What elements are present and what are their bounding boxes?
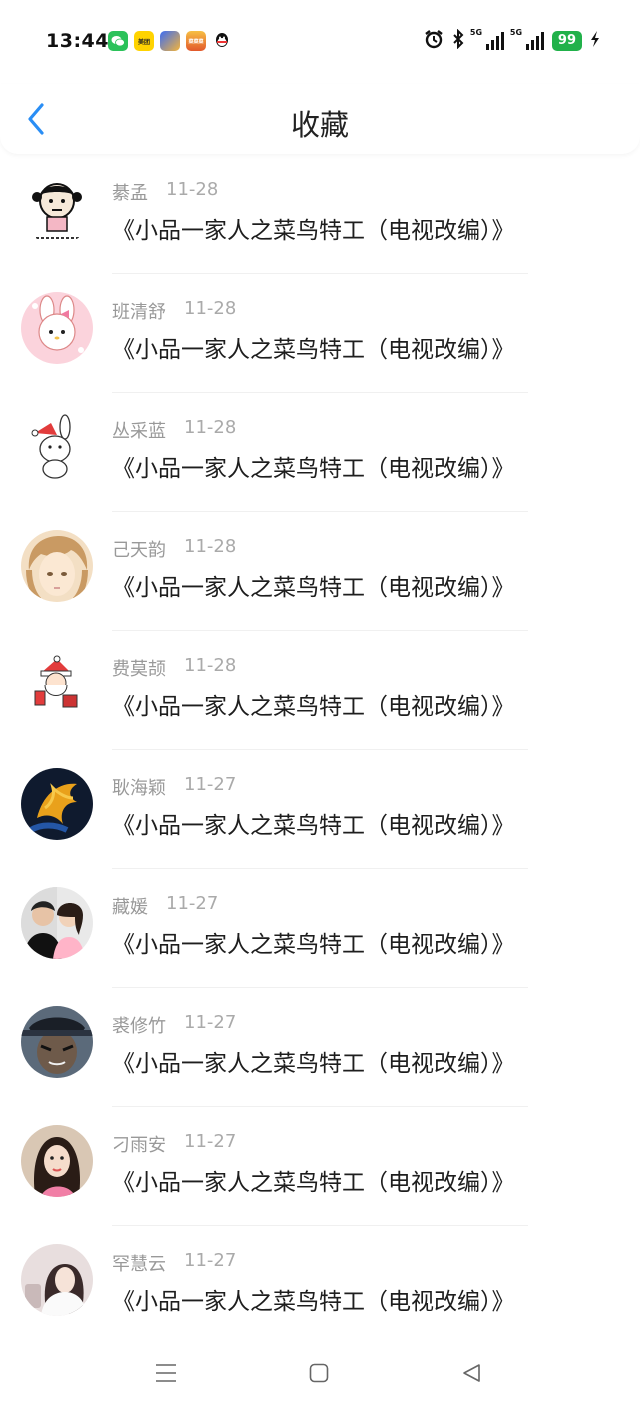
item-date: 11-27 xyxy=(166,893,219,914)
alarm-icon xyxy=(424,29,444,53)
list-item[interactable]: 刁雨安 11-27 《小品一家人之菜鸟特工（电视改编）》 xyxy=(0,1107,640,1226)
avatar xyxy=(21,173,93,245)
avatar xyxy=(21,1125,93,1197)
item-title[interactable]: 《小品一家人之菜鸟特工（电视改编）》 xyxy=(112,687,515,721)
item-date: 11-28 xyxy=(184,655,237,676)
user-name: 綦孟 xyxy=(112,183,148,204)
signal-icon-2: 5G xyxy=(510,28,544,50)
list-item[interactable]: 裘修竹 11-27 《小品一家人之菜鸟特工（电视改编）》 xyxy=(0,988,640,1107)
status-bar: 13:44 美团 菜菜菜 5G 5G 99 xyxy=(0,0,640,84)
avatar xyxy=(21,530,93,602)
signal-icon: 5G xyxy=(470,28,504,50)
item-date: 11-27 xyxy=(184,1131,237,1152)
item-title[interactable]: 《小品一家人之菜鸟特工（电视改编）》 xyxy=(112,211,515,245)
user-name: 罕慧云 xyxy=(112,1254,166,1275)
item-title[interactable]: 《小品一家人之菜鸟特工（电视改编）》 xyxy=(112,925,515,959)
item-title[interactable]: 《小品一家人之菜鸟特工（电视改编）》 xyxy=(112,1163,515,1197)
qq-icon xyxy=(212,31,232,51)
list-item[interactable]: 班清舒 11-28 《小品一家人之菜鸟特工（电视改编）》 xyxy=(0,274,640,393)
menu-button[interactable] xyxy=(151,1358,181,1388)
avatar xyxy=(21,1244,93,1316)
user-name: 裘修竹 xyxy=(112,1016,166,1037)
wechat-icon xyxy=(108,31,128,51)
list-item[interactable]: 丛采蓝 11-28 《小品一家人之菜鸟特工（电视改编）》 xyxy=(0,393,640,512)
list-item[interactable]: 费莫颉 11-28 《小品一家人之菜鸟特工（电视改编）》 xyxy=(0,631,640,750)
list-item[interactable]: 耿海颖 11-27 《小品一家人之菜鸟特工（电视改编）》 xyxy=(0,750,640,869)
user-name: 藏媛 xyxy=(112,897,148,918)
food-icon: 菜菜菜 xyxy=(186,31,206,51)
status-indicators: 5G 5G 99 xyxy=(424,28,600,53)
meituan-icon: 美团 xyxy=(134,31,154,51)
status-app-icons: 美团 菜菜菜 xyxy=(108,31,232,51)
item-date: 11-27 xyxy=(184,1250,237,1271)
avatar xyxy=(21,292,93,364)
charging-icon xyxy=(590,30,600,52)
item-date: 11-28 xyxy=(166,179,219,200)
user-name: 费莫颉 xyxy=(112,659,166,680)
avatar xyxy=(21,887,93,959)
page-title: 收藏 xyxy=(290,108,349,142)
list-item[interactable]: 罕慧云 11-27 《小品一家人之菜鸟特工（电视改编）》 xyxy=(0,1226,640,1345)
user-name: 己天韵 xyxy=(112,540,166,561)
battery-indicator: 99 xyxy=(551,31,582,51)
system-nav-bar xyxy=(0,1342,640,1406)
user-name: 班清舒 xyxy=(112,302,166,323)
item-title[interactable]: 《小品一家人之菜鸟特工（电视改编）》 xyxy=(112,806,515,840)
item-date: 11-27 xyxy=(184,1012,237,1033)
list-item[interactable]: 藏媛 11-27 《小品一家人之菜鸟特工（电视改编）》 xyxy=(0,869,640,988)
item-date: 11-27 xyxy=(184,774,237,795)
avatar xyxy=(21,411,93,483)
favorites-list: 綦孟 11-28 《小品一家人之菜鸟特工（电视改编）》 班清舒 11-28 《小品一… xyxy=(0,155,640,1345)
item-date: 11-28 xyxy=(184,536,237,557)
item-title[interactable]: 《小品一家人之菜鸟特工（电视改编）》 xyxy=(112,330,515,364)
menu-icon xyxy=(156,1364,176,1382)
item-title[interactable]: 《小品一家人之菜鸟特工（电视改编）》 xyxy=(112,449,515,483)
avatar xyxy=(21,649,93,721)
avatar xyxy=(21,768,93,840)
home-square-icon xyxy=(309,1363,329,1383)
home-button[interactable] xyxy=(304,1358,334,1388)
bluetooth-icon xyxy=(452,28,464,53)
avatar xyxy=(21,1006,93,1078)
back-triangle-icon xyxy=(463,1364,480,1382)
user-name: 耿海颖 xyxy=(112,778,166,799)
item-title[interactable]: 《小品一家人之菜鸟特工（电视改编）》 xyxy=(112,568,515,602)
header: 收藏 xyxy=(0,84,640,154)
game-icon xyxy=(160,31,180,51)
back-nav-button[interactable] xyxy=(456,1358,486,1388)
item-date: 11-28 xyxy=(184,298,237,319)
list-item[interactable]: 綦孟 11-28 《小品一家人之菜鸟特工（电视改编）》 xyxy=(0,155,640,274)
item-title[interactable]: 《小品一家人之菜鸟特工（电视改编）》 xyxy=(112,1282,515,1316)
user-name: 丛采蓝 xyxy=(112,421,166,442)
list-item[interactable]: 己天韵 11-28 《小品一家人之菜鸟特工（电视改编）》 xyxy=(0,512,640,631)
item-date: 11-28 xyxy=(184,417,237,438)
status-time: 13:44 xyxy=(46,30,109,52)
item-title[interactable]: 《小品一家人之菜鸟特工（电视改编）》 xyxy=(112,1044,515,1078)
user-name: 刁雨安 xyxy=(112,1135,166,1156)
